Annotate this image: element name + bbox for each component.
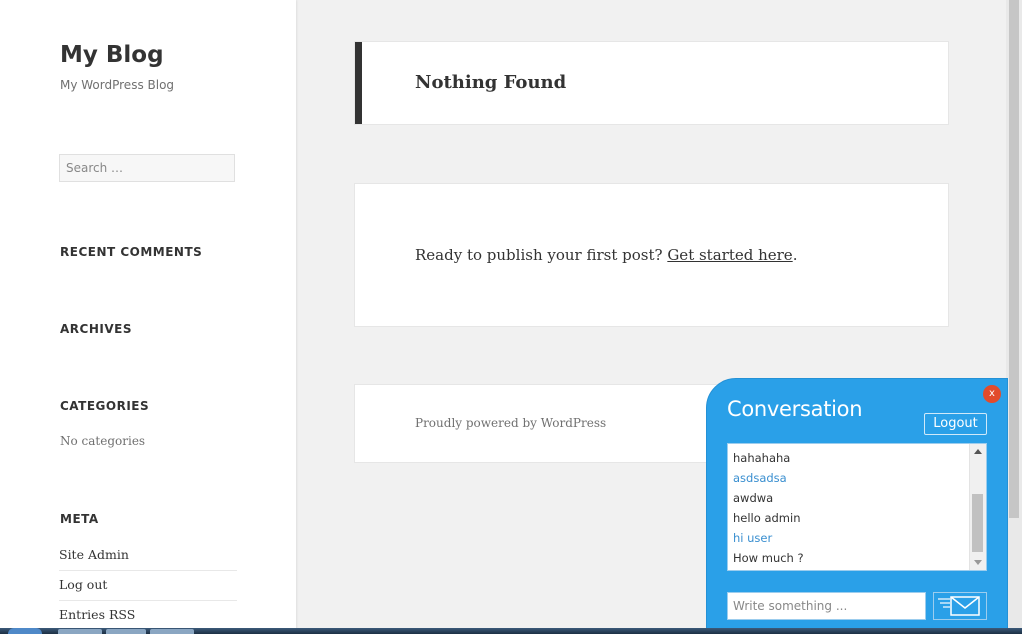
meta-heading: META (60, 512, 99, 526)
start-button[interactable] (8, 628, 42, 634)
page-title: Nothing Found (415, 72, 567, 93)
send-button[interactable] (933, 592, 987, 620)
taskbar-button[interactable] (58, 629, 102, 634)
chat-message: awdwa (733, 491, 774, 505)
close-button[interactable]: x (983, 385, 1001, 403)
site-title[interactable]: My Blog (60, 42, 164, 68)
logout-button[interactable]: Logout (924, 413, 987, 435)
chat-message: asdsadsa (733, 471, 787, 485)
page-scrollbar[interactable] (1006, 0, 1022, 628)
taskbar (0, 628, 1022, 634)
meta-link-entries-rss[interactable]: Entries RSS (59, 607, 237, 622)
chat-message: How much ? (733, 551, 804, 565)
chat-scrollbar[interactable] (969, 444, 986, 570)
meta-link-log-out[interactable]: Log out (59, 577, 237, 592)
search-input[interactable] (59, 154, 235, 182)
chat-scrollbar-thumb[interactable] (972, 494, 983, 552)
chat-title: Conversation (727, 397, 863, 421)
page-header-card: Nothing Found (354, 41, 949, 125)
categories-empty-text: No categories (60, 434, 146, 448)
categories-heading: CATEGORIES (60, 399, 150, 413)
site-description: My WordPress Blog (60, 78, 175, 92)
content-card: Ready to publish your first post? Get st… (354, 183, 949, 327)
scroll-down-icon[interactable] (974, 560, 982, 565)
divider (59, 570, 237, 571)
send-envelope-icon (938, 596, 980, 616)
accent-bar (355, 42, 362, 124)
period: . (792, 246, 798, 264)
recent-comments-heading: RECENT COMMENTS (60, 245, 203, 259)
sidebar: My Blog My WordPress Blog RECENT COMMENT… (0, 0, 296, 634)
chat-message: hi user (733, 531, 773, 545)
taskbar-button[interactable] (106, 629, 146, 634)
chat-message-log[interactable]: hahahaha asdsadsa awdwa hello admin hi u… (727, 443, 987, 571)
scroll-up-icon[interactable] (974, 449, 982, 454)
archives-heading: ARCHIVES (60, 322, 132, 336)
chat-message: hahahaha (733, 451, 791, 465)
chat-widget: Conversation x Logout hahahaha asdsadsa … (706, 378, 1008, 634)
chat-message: hello admin (733, 511, 801, 525)
footer-credit[interactable]: Proudly powered by WordPress (415, 416, 606, 430)
meta-link-site-admin[interactable]: Site Admin (59, 547, 237, 562)
taskbar-button[interactable] (150, 629, 194, 634)
page-scrollbar-thumb[interactable] (1009, 0, 1019, 518)
get-started-link[interactable]: Get started here (667, 246, 792, 264)
chat-message-input[interactable] (727, 592, 926, 620)
divider (59, 600, 237, 601)
content-text: Ready to publish your first post? Get st… (415, 246, 797, 264)
ready-text: Ready to publish your first post? (415, 246, 663, 264)
